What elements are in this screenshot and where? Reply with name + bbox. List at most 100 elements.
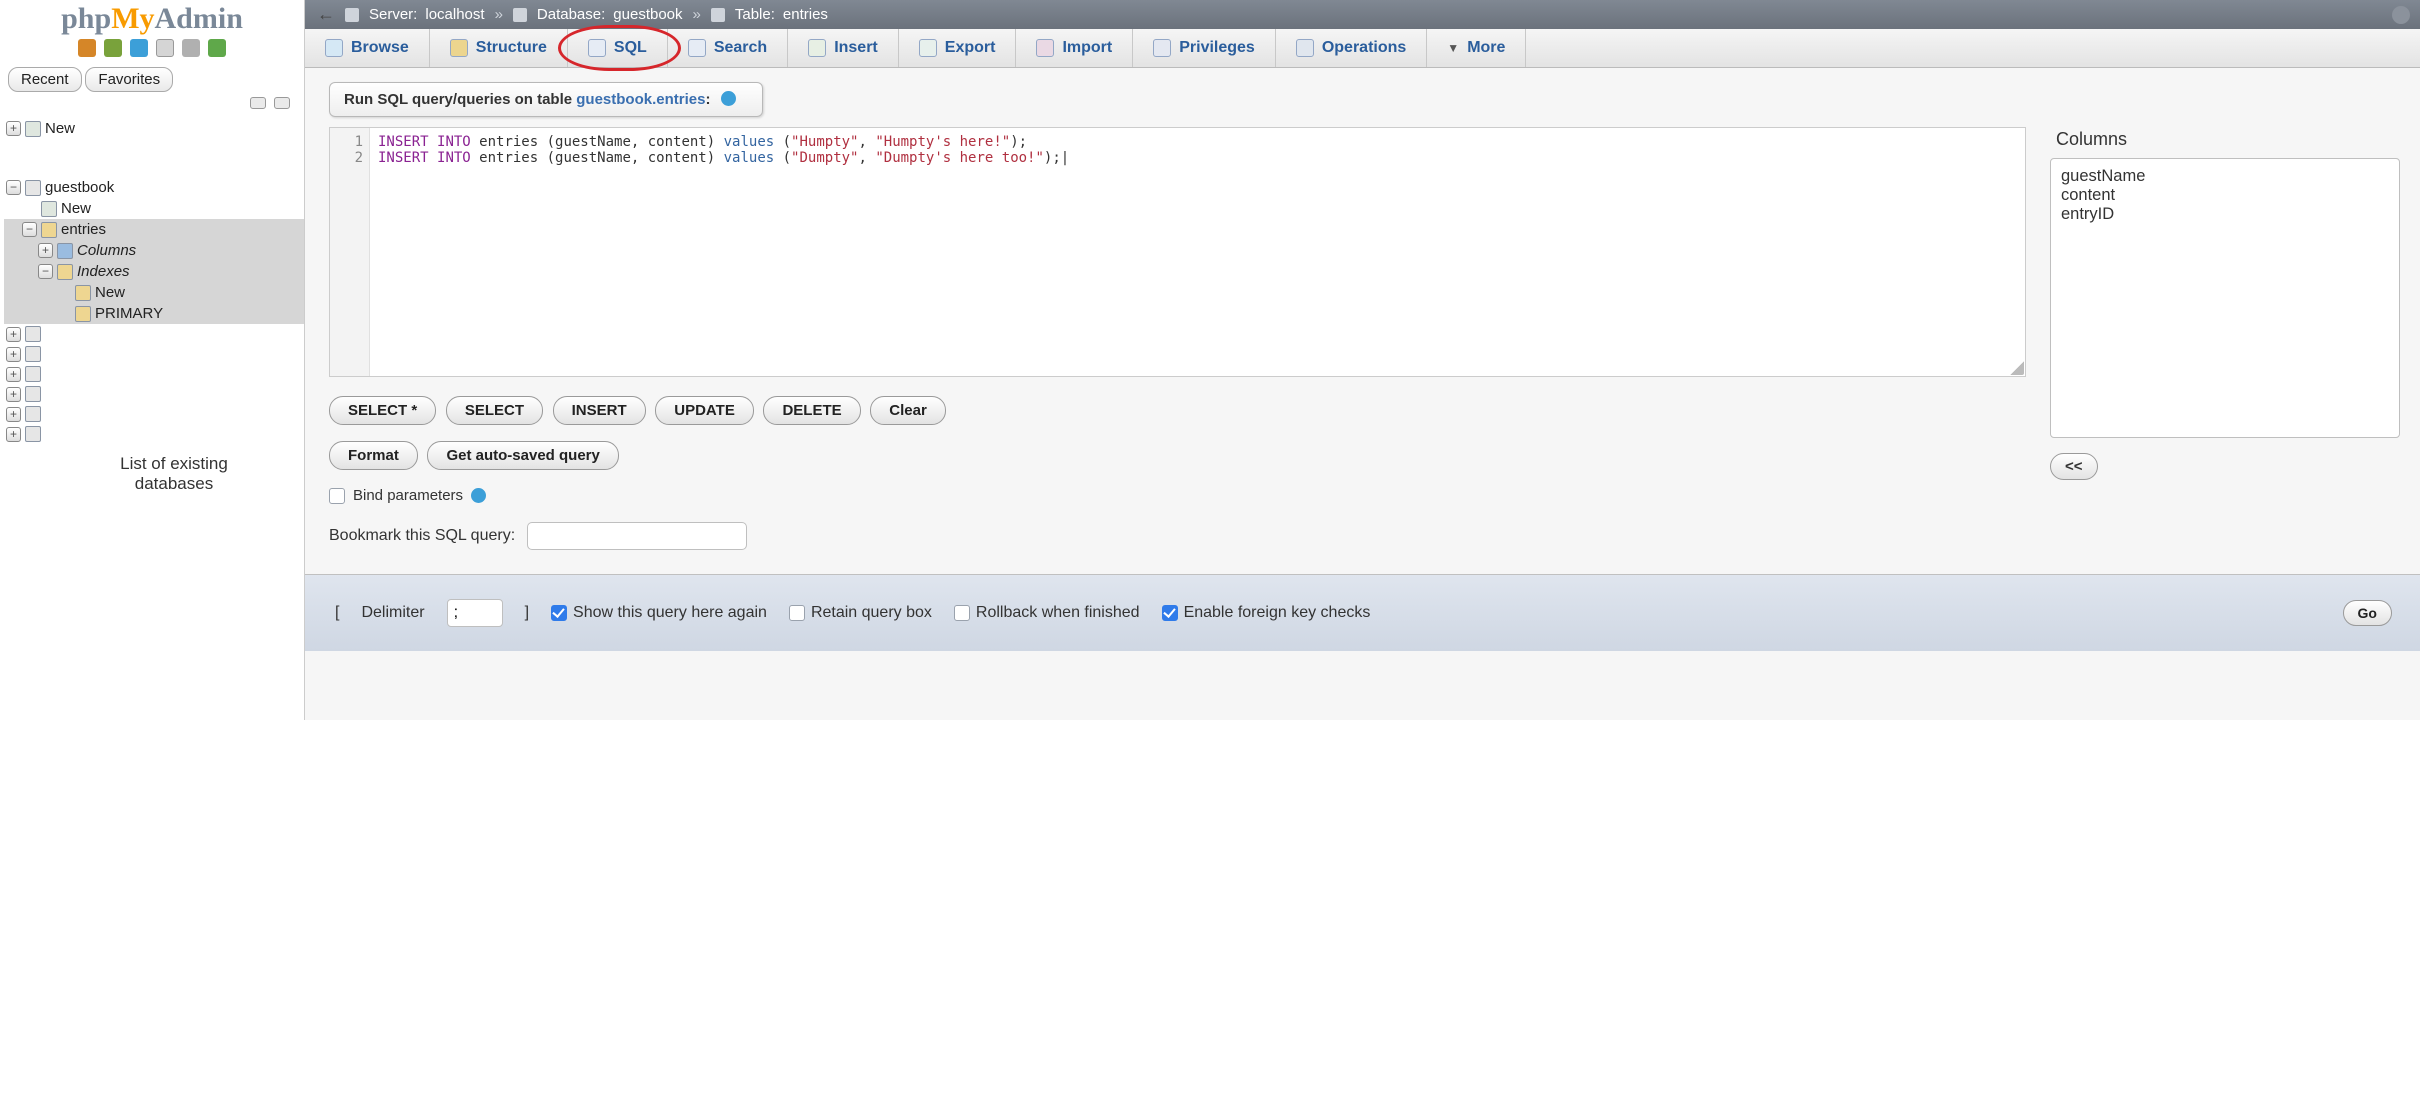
- column-option[interactable]: entryID: [2061, 205, 2389, 224]
- query-footer: [ Delimiter ] Show this query here again…: [305, 574, 2420, 651]
- privileges-icon: [1153, 39, 1171, 57]
- new-index-link[interactable]: New: [95, 284, 125, 301]
- expand-toggle[interactable]: +: [38, 243, 53, 258]
- tab-search[interactable]: Search: [668, 29, 788, 67]
- home-icon[interactable]: [78, 39, 96, 57]
- reload-icon[interactable]: [208, 39, 226, 57]
- expand-toggle[interactable]: +: [6, 407, 21, 422]
- show-again-option[interactable]: Show this query here again: [551, 604, 767, 622]
- delimiter-input[interactable]: [447, 599, 503, 627]
- new-db-link[interactable]: New: [45, 120, 75, 137]
- link-icon[interactable]: [274, 97, 290, 109]
- database-icon: [25, 426, 41, 442]
- tab-export[interactable]: Export: [899, 29, 1017, 67]
- collapse-all-icon[interactable]: [250, 97, 266, 109]
- tab-operations[interactable]: Operations: [1276, 29, 1427, 67]
- bind-parameters-label: Bind parameters: [353, 487, 463, 504]
- db-guestbook-link[interactable]: guestbook: [45, 179, 114, 196]
- server-icon: [345, 8, 359, 22]
- favorites-button[interactable]: Favorites: [85, 67, 173, 92]
- table-name[interactable]: entries: [783, 6, 828, 23]
- expand-toggle[interactable]: +: [6, 427, 21, 442]
- primary-index-link[interactable]: PRIMARY: [95, 305, 163, 322]
- back-icon[interactable]: ←: [315, 4, 337, 25]
- tab-browse[interactable]: Browse: [305, 29, 430, 67]
- columns-icon: [57, 243, 73, 259]
- bind-parameters-checkbox[interactable]: [329, 488, 345, 504]
- export-icon: [919, 39, 937, 57]
- navpanel-icon[interactable]: [156, 39, 174, 57]
- expand-toggle[interactable]: +: [6, 347, 21, 362]
- docs-icon[interactable]: [130, 39, 148, 57]
- columns-link[interactable]: Columns: [77, 242, 136, 259]
- recent-button[interactable]: Recent: [8, 67, 82, 92]
- insert-button[interactable]: INSERT: [553, 396, 646, 425]
- tab-insert[interactable]: Insert: [788, 29, 899, 67]
- tab-more[interactable]: ▼More: [1427, 29, 1526, 67]
- new-table-link[interactable]: New: [61, 200, 91, 217]
- expand-toggle[interactable]: +: [6, 121, 21, 136]
- rollback-option[interactable]: Rollback when finished: [954, 604, 1140, 622]
- primary-key-icon: [75, 306, 91, 322]
- browse-icon: [325, 39, 343, 57]
- expand-toggle[interactable]: +: [6, 387, 21, 402]
- database-icon: [25, 180, 41, 196]
- indexes-link[interactable]: Indexes: [77, 263, 130, 280]
- update-button[interactable]: UPDATE: [655, 396, 754, 425]
- database-name[interactable]: guestbook: [613, 6, 682, 23]
- help-icon[interactable]: [721, 91, 736, 106]
- select-star-button[interactable]: SELECT *: [329, 396, 436, 425]
- phpmyadmin-logo[interactable]: phpMyAdmin: [0, 0, 304, 36]
- main-tabs: Browse Structure SQL Search Insert Expor…: [305, 29, 2420, 68]
- delimiter-label: Delimiter: [361, 604, 424, 622]
- delete-button[interactable]: DELETE: [763, 396, 860, 425]
- tab-import[interactable]: Import: [1016, 29, 1133, 67]
- tab-structure[interactable]: Structure: [430, 29, 568, 67]
- expand-toggle[interactable]: +: [6, 367, 21, 382]
- show-again-checkbox[interactable]: [551, 605, 567, 621]
- tab-privileges[interactable]: Privileges: [1133, 29, 1276, 67]
- tab-sql[interactable]: SQL: [568, 29, 668, 67]
- sql-editor[interactable]: 1 2 INSERT INTO entries (guestName, cont…: [329, 127, 2026, 377]
- table-link[interactable]: guestbook.entries: [576, 91, 705, 108]
- go-button[interactable]: Go: [2343, 600, 2392, 626]
- database-icon: [25, 326, 41, 342]
- fk-checkbox[interactable]: [1162, 605, 1178, 621]
- get-autosaved-button[interactable]: Get auto-saved query: [427, 441, 618, 470]
- fk-option[interactable]: Enable foreign key checks: [1162, 604, 1371, 622]
- expand-toggle[interactable]: +: [6, 327, 21, 342]
- retain-checkbox[interactable]: [789, 605, 805, 621]
- retain-option[interactable]: Retain query box: [789, 604, 932, 622]
- import-icon: [1036, 39, 1054, 57]
- database-icon: [25, 406, 41, 422]
- expand-toggle[interactable]: −: [6, 180, 21, 195]
- database-icon: [25, 366, 41, 382]
- settings-icon[interactable]: [182, 39, 200, 57]
- server-name[interactable]: localhost: [425, 6, 484, 23]
- columns-listbox[interactable]: guestName content entryID: [2050, 158, 2400, 438]
- operations-icon: [1296, 39, 1314, 57]
- page-settings-icon[interactable]: [2392, 6, 2410, 24]
- new-index-icon: [75, 285, 91, 301]
- column-option[interactable]: guestName: [2061, 167, 2389, 186]
- bookmark-label: Bookmark this SQL query:: [329, 527, 515, 545]
- resize-handle[interactable]: [2010, 361, 2024, 375]
- logout-icon[interactable]: [104, 39, 122, 57]
- expand-toggle[interactable]: −: [22, 222, 37, 237]
- rollback-checkbox[interactable]: [954, 605, 970, 621]
- clear-button[interactable]: Clear: [870, 396, 946, 425]
- expand-toggle[interactable]: −: [38, 264, 53, 279]
- chevron-down-icon: ▼: [1447, 41, 1459, 55]
- column-option[interactable]: content: [2061, 186, 2389, 205]
- select-button[interactable]: SELECT: [446, 396, 543, 425]
- help-icon[interactable]: [471, 488, 486, 503]
- new-db-icon: [25, 121, 41, 137]
- table-icon: [711, 8, 725, 22]
- bookmark-input[interactable]: [527, 522, 747, 550]
- sql-code[interactable]: INSERT INTO entries (guestName, content)…: [370, 128, 2025, 376]
- database-icon: [25, 346, 41, 362]
- insert-column-button[interactable]: <<: [2050, 453, 2098, 480]
- format-button[interactable]: Format: [329, 441, 418, 470]
- line-gutter: 1 2: [330, 128, 370, 376]
- table-entries-link[interactable]: entries: [61, 221, 106, 238]
